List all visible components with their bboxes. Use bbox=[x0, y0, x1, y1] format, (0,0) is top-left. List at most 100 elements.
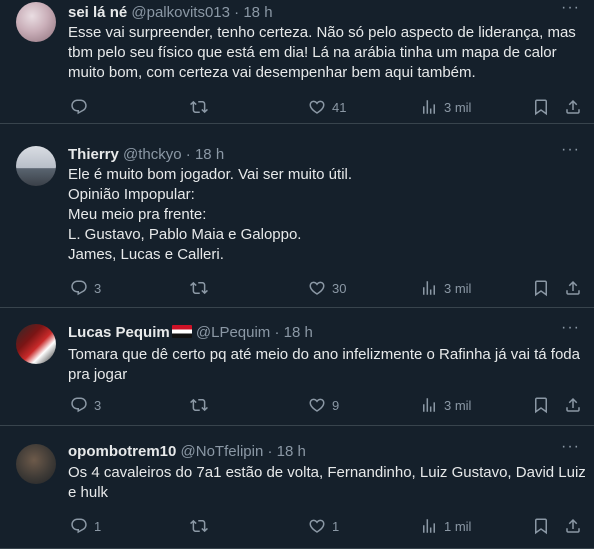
more-options-icon[interactable]: ··· bbox=[561, 319, 580, 337]
views-icon bbox=[423, 281, 435, 295]
user-handle[interactable]: @LPequim bbox=[196, 324, 270, 341]
tweet-header: Thierry @thckyo · 18 h bbox=[68, 145, 224, 165]
flag-icon bbox=[171, 325, 192, 338]
tweet-text-line: tbm pelo seu físico que está em dia! Lá … bbox=[68, 44, 557, 61]
avatar[interactable] bbox=[16, 324, 56, 364]
tweet-text-line: L. Gustavo, Pablo Maia e Galoppo. bbox=[68, 226, 302, 243]
tweet-header: sei lá né @palkovits013 · 18 h bbox=[68, 3, 273, 23]
like-button[interactable]: 30 bbox=[308, 279, 346, 297]
views-button[interactable]: 1 mil bbox=[420, 517, 471, 535]
avatar[interactable] bbox=[16, 2, 56, 42]
share-icon bbox=[566, 518, 580, 533]
tweet-text-line: James, Lucas e Calleri. bbox=[68, 246, 224, 263]
retweet-button[interactable] bbox=[190, 98, 214, 116]
action-bar: 41 3 mil bbox=[60, 98, 590, 118]
views-icon bbox=[423, 398, 435, 412]
views-count: 3 mil bbox=[444, 280, 472, 296]
tweet-text-line: Meu meio pra frente: bbox=[68, 206, 207, 223]
reply-tweet[interactable]: sei lá né @palkovits013 · 18 h ··· Esse … bbox=[0, 0, 594, 124]
bookmark-icon bbox=[535, 397, 547, 414]
reply-icon bbox=[71, 397, 87, 413]
tweet-text-line: Esse vai surpreender, tenho certeza. Não… bbox=[68, 24, 576, 41]
reply-button[interactable]: 3 bbox=[70, 396, 101, 414]
reply-count: 1 bbox=[94, 518, 102, 534]
timestamp[interactable]: 18 h bbox=[284, 324, 313, 341]
share-button[interactable] bbox=[564, 98, 582, 116]
share-icon bbox=[566, 397, 580, 412]
tweet-text: Tomara que dê certo pq até meio do ano i… bbox=[68, 345, 580, 385]
reply-button[interactable] bbox=[70, 98, 94, 116]
like-button[interactable]: 41 bbox=[308, 98, 346, 116]
user-name[interactable]: opombotrem10 bbox=[68, 443, 176, 460]
more-options-icon[interactable]: ··· bbox=[561, 141, 580, 159]
like-button[interactable]: 1 bbox=[308, 517, 339, 535]
action-bar: 3 9 3 mil bbox=[60, 396, 590, 416]
retweet-icon bbox=[190, 519, 208, 533]
like-count: 30 bbox=[332, 280, 347, 296]
share-icon bbox=[566, 280, 580, 295]
user-name[interactable]: Lucas Pequim bbox=[68, 324, 170, 341]
more-options-icon[interactable]: ··· bbox=[561, 0, 580, 17]
user-name[interactable]: Thierry bbox=[68, 146, 119, 163]
share-button[interactable] bbox=[564, 396, 582, 414]
like-icon bbox=[309, 281, 325, 295]
bookmark-button[interactable] bbox=[532, 279, 550, 297]
views-button[interactable]: 3 mil bbox=[420, 279, 471, 297]
like-icon bbox=[309, 519, 325, 533]
reply-count: 3 bbox=[94, 280, 102, 296]
timestamp[interactable]: 18 h bbox=[243, 4, 272, 21]
reply-count: 3 bbox=[94, 397, 102, 413]
timestamp[interactable]: 18 h bbox=[277, 443, 306, 460]
share-button[interactable] bbox=[564, 517, 582, 535]
tweet-text-line: muito bom, com certeza vai desempenhar b… bbox=[68, 64, 476, 81]
bookmark-button[interactable] bbox=[532, 396, 550, 414]
avatar[interactable] bbox=[16, 146, 56, 186]
views-count: 1 mil bbox=[444, 518, 472, 534]
like-count: 9 bbox=[332, 397, 340, 413]
reply-button[interactable]: 1 bbox=[70, 517, 101, 535]
reply-tweet[interactable]: opombotrem10 @NoTfelipin · 18 h ··· Os 4… bbox=[0, 426, 594, 549]
more-options-icon[interactable]: ··· bbox=[561, 438, 580, 456]
like-icon bbox=[309, 398, 325, 412]
tweet-text-line: Opinião Impopular: bbox=[68, 186, 195, 203]
tweet-text: Os 4 cavaleiros do 7a1 estão de volta, F… bbox=[68, 463, 586, 503]
bookmark-icon bbox=[535, 280, 547, 297]
like-button[interactable]: 9 bbox=[308, 396, 339, 414]
user-handle[interactable]: @NoTfelipin bbox=[181, 443, 264, 460]
tweet-text: Ele é muito bom jogador. Vai ser muito ú… bbox=[68, 165, 578, 265]
retweet-icon bbox=[190, 281, 208, 295]
separator-dot: · bbox=[267, 443, 273, 460]
retweet-button[interactable] bbox=[190, 279, 214, 297]
views-button[interactable]: 3 mil bbox=[420, 98, 471, 116]
separator-dot: · bbox=[274, 324, 280, 341]
views-icon bbox=[423, 519, 435, 533]
tweet-header: opombotrem10 @NoTfelipin · 18 h bbox=[68, 442, 306, 462]
timestamp[interactable]: 18 h bbox=[195, 146, 224, 163]
user-handle[interactable]: @palkovits013 bbox=[131, 4, 230, 21]
views-button[interactable]: 3 mil bbox=[420, 396, 471, 414]
tweet-text: Esse vai surpreender, tenho certeza. Não… bbox=[68, 23, 578, 83]
bookmark-button[interactable] bbox=[532, 517, 550, 535]
retweet-button[interactable] bbox=[190, 517, 214, 535]
reply-icon bbox=[71, 99, 87, 115]
bookmark-button[interactable] bbox=[532, 98, 550, 116]
tweet-text-line: e hulk bbox=[68, 484, 109, 501]
like-count: 41 bbox=[332, 99, 347, 115]
views-count: 3 mil bbox=[444, 99, 472, 115]
user-handle[interactable]: @thckyo bbox=[123, 146, 182, 163]
reply-icon bbox=[71, 518, 87, 534]
views-count: 3 mil bbox=[444, 397, 472, 413]
separator-dot: · bbox=[185, 146, 191, 163]
reply-tweet[interactable]: Thierry @thckyo · 18 h ··· Ele é muito b… bbox=[0, 124, 594, 308]
share-icon bbox=[566, 99, 580, 114]
action-bar: 3 30 3 mil bbox=[60, 279, 590, 299]
tweet-header: Lucas Pequim @LPequim · 18 h bbox=[68, 323, 313, 343]
avatar[interactable] bbox=[16, 444, 56, 484]
reply-icon bbox=[71, 280, 87, 296]
reply-tweet[interactable]: Lucas Pequim @LPequim · 18 h ··· Tomara … bbox=[0, 308, 594, 426]
reply-button[interactable]: 3 bbox=[70, 279, 101, 297]
retweet-button[interactable] bbox=[190, 396, 214, 414]
user-name[interactable]: sei lá né bbox=[68, 4, 127, 21]
like-icon bbox=[309, 100, 325, 114]
share-button[interactable] bbox=[564, 279, 582, 297]
